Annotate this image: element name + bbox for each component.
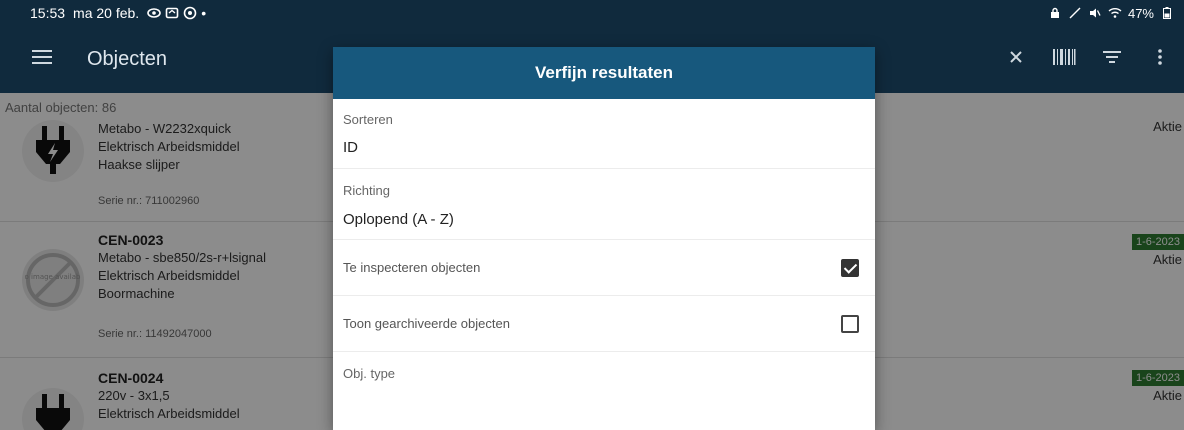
- close-icon: [1009, 50, 1023, 69]
- show-archived-row[interactable]: Toon gearchiveerde objecten: [333, 296, 875, 352]
- sort-value: ID: [343, 139, 358, 156]
- wifi-icon: [1108, 6, 1122, 20]
- status-date: ma 20 feb.: [73, 5, 140, 21]
- filter-icon: [1103, 50, 1121, 69]
- direction-field[interactable]: Richting Oplopend (A - Z): [333, 169, 875, 240]
- hamburger-icon: [32, 49, 52, 70]
- barcode-scan-button[interactable]: [1040, 36, 1088, 84]
- page-title: Objecten: [87, 48, 168, 70]
- dialog-title: Verfijn resultaten: [333, 47, 875, 99]
- inspect-objects-row[interactable]: Te inspecteren objecten: [333, 240, 875, 296]
- more-vert-icon: [1158, 49, 1162, 70]
- object-type-label: Obj. type: [343, 366, 396, 381]
- cast-icon: [165, 6, 179, 20]
- show-archived-label: Toon gearchiveerde objecten: [343, 316, 510, 331]
- status-dot: •: [201, 5, 207, 21]
- show-archived-checkbox[interactable]: [841, 315, 859, 333]
- status-time: 15:53: [30, 5, 66, 21]
- record-icon: [183, 6, 197, 20]
- battery-percent: 47%: [1127, 5, 1154, 21]
- inspect-objects-label: Te inspecteren objecten: [343, 260, 481, 275]
- eye-icon: [147, 6, 162, 20]
- clear-search-button[interactable]: [992, 36, 1040, 84]
- lock-icon: [1048, 6, 1062, 20]
- no-signal-icon: [1068, 6, 1082, 20]
- status-bar: 15:53 ma 20 feb. • 47%: [0, 0, 1184, 26]
- object-type-field[interactable]: Obj. type: [333, 352, 875, 430]
- battery-icon: [1160, 6, 1174, 20]
- more-options-button[interactable]: [1136, 36, 1184, 84]
- refine-results-dialog: Verfijn resultaten Sorteren ID Richting …: [333, 47, 875, 430]
- barcode-icon: [1052, 48, 1076, 71]
- filter-button[interactable]: [1088, 36, 1136, 84]
- sort-label: Sorteren: [343, 112, 393, 127]
- sort-field[interactable]: Sorteren ID: [333, 99, 875, 169]
- inspect-objects-checkbox[interactable]: [841, 259, 859, 277]
- menu-button[interactable]: [12, 26, 72, 93]
- direction-value: Oplopend (A - Z): [343, 211, 454, 228]
- direction-label: Richting: [343, 183, 390, 198]
- mute-icon: [1088, 6, 1102, 20]
